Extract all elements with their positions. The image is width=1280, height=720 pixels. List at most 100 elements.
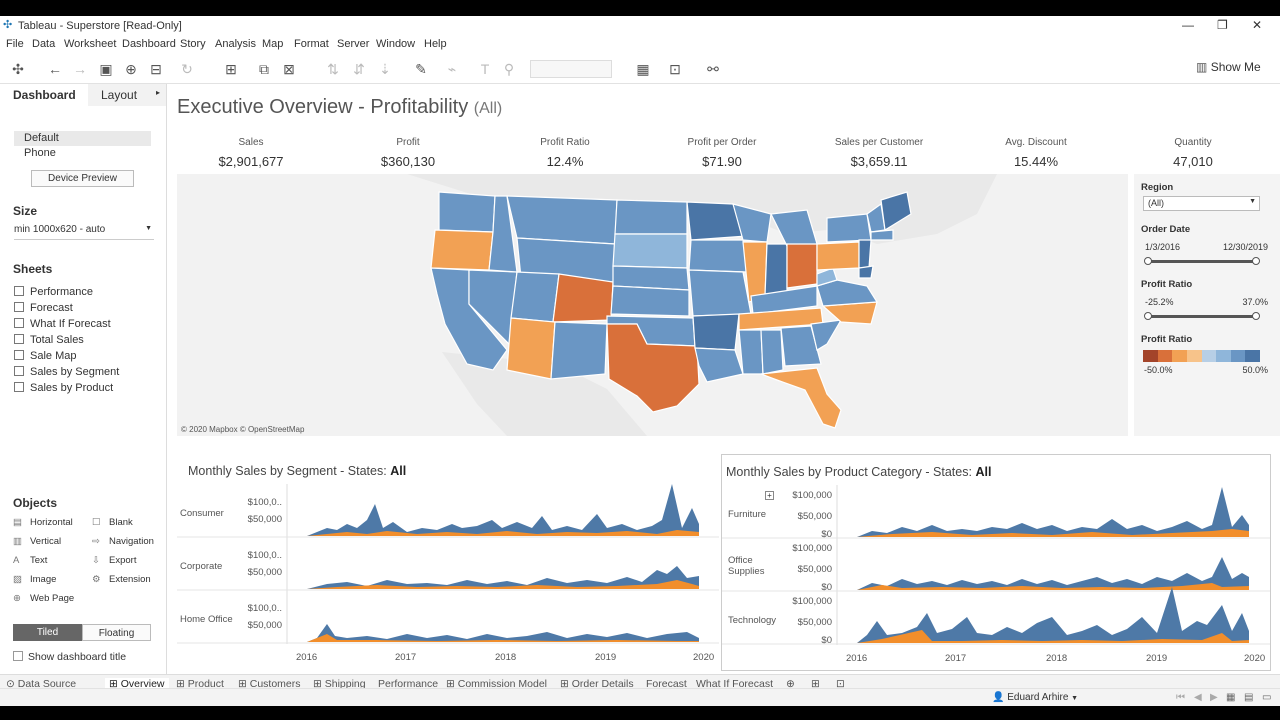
home-office-sales-area[interactable]	[307, 624, 699, 642]
tab-dashboard[interactable]: Dashboard	[0, 84, 86, 106]
next-sheet-icon[interactable]: ▶	[1210, 692, 1218, 703]
sheet-sale-map[interactable]: Sale Map	[14, 350, 76, 362]
show-me-button[interactable]: ▥ Show Me	[1196, 60, 1261, 74]
state-massachusetts[interactable]	[870, 229, 894, 241]
kpi-sales-per-customer[interactable]: Sales per Customer $3,659.11	[804, 137, 954, 169]
kpi-avg-discount[interactable]: Avg. Discount 15.44%	[961, 137, 1111, 169]
new-worksheet-icon[interactable]: ⊞	[222, 60, 240, 78]
sheet-what-if-forecast[interactable]: What If Forecast	[14, 318, 111, 330]
share-icon[interactable]: ⚯	[704, 60, 722, 78]
presentation-icon[interactable]: ⊡	[666, 60, 684, 78]
redo-icon[interactable]: →	[71, 60, 89, 78]
kpi-profit[interactable]: Profit $360,130	[333, 137, 483, 169]
menu-worksheet[interactable]: Worksheet	[64, 38, 116, 50]
sheet-sales-by-segment[interactable]: Sales by Segment	[14, 366, 119, 378]
state-kansas[interactable]	[610, 285, 690, 317]
state-colorado[interactable]	[552, 273, 614, 323]
refresh-icon[interactable]: ↻	[178, 60, 196, 78]
new-data-source-icon[interactable]: ⊕	[122, 60, 140, 78]
menu-server[interactable]: Server	[337, 38, 369, 50]
menu-file[interactable]: File	[6, 38, 24, 50]
state-alabama[interactable]	[760, 329, 784, 375]
minimize-icon[interactable]: —	[1182, 18, 1194, 32]
device-preview-button[interactable]: Device Preview	[31, 170, 134, 187]
sheet-total-sales[interactable]: Total Sales	[14, 334, 84, 346]
pause-updates-icon[interactable]: ⊟	[147, 60, 165, 78]
state-oregon[interactable]	[430, 229, 494, 271]
state-maryland[interactable]	[858, 265, 874, 279]
state-utah[interactable]	[510, 271, 560, 323]
sheet-performance[interactable]: Performance	[14, 286, 93, 298]
kpi-quantity[interactable]: Quantity 47,010	[1118, 137, 1268, 169]
show-cards-icon[interactable]: ▦	[634, 60, 652, 78]
kpi-profit-per-order[interactable]: Profit per Order $71.90	[647, 137, 797, 169]
group-icon[interactable]: ⌁	[443, 60, 461, 78]
tab-layout[interactable]: Layout ▸	[88, 84, 166, 106]
duplicate-icon[interactable]: ⧉	[255, 60, 273, 78]
menu-data[interactable]: Data	[32, 38, 55, 50]
slider-handle-left[interactable]	[1144, 312, 1152, 320]
product-chart[interactable]: Monthly Sales by Product Category - Stat…	[721, 454, 1271, 671]
slider-handle-right[interactable]	[1252, 312, 1260, 320]
undo-icon[interactable]: ←	[46, 60, 64, 78]
profit-map[interactable]: © 2020 Mapbox © OpenStreetMap	[177, 174, 1128, 436]
object-export[interactable]: ⇩ Export	[92, 555, 136, 566]
filmstrip-icon[interactable]: ▤	[1244, 692, 1253, 703]
state-new-york[interactable]	[826, 213, 872, 243]
object-extension[interactable]: ⚙ Extension	[92, 574, 151, 585]
slider-handle-right[interactable]	[1252, 257, 1260, 265]
object-vertical[interactable]: ▥ Vertical	[13, 536, 61, 547]
pin-icon[interactable]: ⚲	[500, 60, 518, 78]
object-navigation[interactable]: ⇨ Navigation	[92, 536, 154, 547]
kpi-sales[interactable]: Sales $2,901,677	[176, 137, 326, 169]
state-montana[interactable]	[506, 195, 618, 245]
segment-chart[interactable]: Monthly Sales by Segment - States: All C…	[177, 454, 719, 671]
state-south-dakota[interactable]	[612, 233, 688, 269]
close-icon[interactable]: ✕	[1252, 18, 1262, 32]
menu-help[interactable]: Help	[424, 38, 447, 50]
tabs-icon[interactable]: ▭	[1262, 692, 1271, 703]
office-supplies-sales-area[interactable]	[857, 557, 1249, 590]
object-blank[interactable]: ☐ Blank	[92, 517, 133, 528]
state-ohio[interactable]	[786, 243, 818, 289]
state-iowa[interactable]	[688, 239, 748, 273]
slider-handle-left[interactable]	[1144, 257, 1152, 265]
fit-dropdown[interactable]	[530, 60, 612, 78]
menu-format[interactable]: Format	[294, 38, 329, 50]
clear-sheet-icon[interactable]: ⊠	[280, 60, 298, 78]
menu-window[interactable]: Window	[376, 38, 415, 50]
object-image[interactable]: ▨ Image	[13, 574, 56, 585]
state-pennsylvania[interactable]	[816, 241, 860, 271]
state-washington[interactable]	[438, 191, 496, 233]
sort-asc-icon[interactable]: ⇵	[350, 60, 368, 78]
sheet-forecast[interactable]: Forecast	[14, 302, 73, 314]
menu-dashboard[interactable]: Dashboard	[122, 38, 176, 50]
object-horizontal[interactable]: ▤ Horizontal	[13, 517, 73, 528]
labels-icon[interactable]: T	[476, 60, 494, 78]
state-new-mexico[interactable]	[550, 321, 608, 380]
tableau-home-icon[interactable]: ✣	[9, 60, 27, 78]
object-web-page[interactable]: ⊕ Web Page	[13, 593, 74, 604]
state-mississippi[interactable]	[738, 329, 764, 375]
prev-sheet-icon[interactable]: ◀	[1194, 692, 1202, 703]
state-arizona[interactable]	[506, 317, 556, 380]
consumer-sales-area[interactable]	[307, 484, 699, 536]
restore-icon[interactable]: ❐	[1217, 18, 1228, 32]
first-sheet-icon[interactable]: ⏮	[1176, 692, 1185, 703]
furniture-sales-area[interactable]	[857, 487, 1249, 537]
sheet-sorter-icon[interactable]: ▦	[1226, 692, 1235, 703]
state-indiana[interactable]	[764, 243, 788, 297]
tiled-toggle[interactable]: Tiled	[13, 624, 82, 641]
sheet-sales-by-product[interactable]: Sales by Product	[14, 382, 113, 394]
device-default[interactable]: Default	[14, 131, 151, 146]
menu-analysis[interactable]: Analysis	[215, 38, 256, 50]
state-missouri[interactable]	[688, 269, 752, 317]
profit-ratio-legend[interactable]	[1143, 350, 1260, 362]
show-title-checkbox[interactable]: Show dashboard title	[13, 651, 126, 663]
kpi-profit-ratio[interactable]: Profit Ratio 12.4%	[490, 137, 640, 169]
sort-desc-icon[interactable]: ⇣	[376, 60, 394, 78]
profit-ratio-slider[interactable]	[1144, 312, 1260, 320]
order-date-slider[interactable]	[1144, 257, 1260, 265]
menu-story[interactable]: Story	[180, 38, 206, 50]
device-phone[interactable]: Phone	[14, 146, 151, 161]
